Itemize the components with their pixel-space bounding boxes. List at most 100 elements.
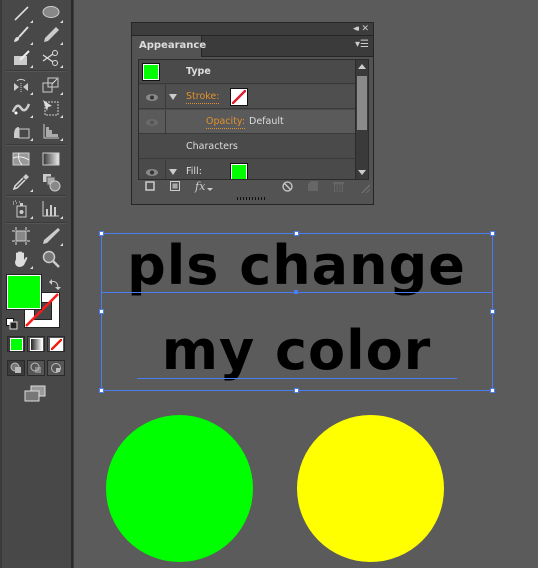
opacity-value: Default (249, 116, 284, 127)
delete-item-trash-icon[interactable] (333, 181, 344, 195)
width-tool[interactable] (9, 97, 33, 119)
eye-visibility-icon[interactable] (139, 85, 166, 109)
appearance-row-characters[interactable]: Characters (139, 135, 355, 159)
column-graph-tool[interactable] (39, 198, 63, 220)
scale-tool[interactable] (39, 74, 63, 96)
free-transform-tool[interactable] (39, 97, 63, 119)
eye-visibility-icon[interactable] (139, 160, 166, 179)
blob-brush-tool[interactable] (9, 47, 33, 69)
draw-inside-icon (51, 363, 61, 373)
row-label: Type (186, 66, 211, 77)
selection-handle-ml[interactable] (99, 309, 104, 314)
scale-icon (42, 77, 59, 93)
add-new-stroke-button[interactable] (145, 181, 155, 194)
appearance-row-opacity[interactable]: Opacity: Default (139, 110, 355, 134)
close-panel-button[interactable]: ✕ (361, 23, 369, 35)
mesh-tool[interactable] (9, 148, 33, 170)
gradient-tool[interactable] (39, 148, 63, 170)
type-fill-swatch[interactable] (143, 64, 159, 80)
appearance-row-type[interactable]: Type (139, 60, 355, 84)
disclosure-triangle-icon[interactable] (169, 94, 177, 100)
symbol-sprayer-tool[interactable] (9, 198, 33, 220)
disclosure-triangle-icon[interactable] (169, 169, 177, 175)
selection-bounding-box (101, 233, 493, 391)
width-icon (11, 103, 31, 115)
draw-normal-button[interactable] (7, 360, 25, 376)
collapse-panel-button[interactable]: ◂◂ (353, 23, 359, 35)
hand-icon (15, 251, 28, 267)
artboard-tool[interactable] (9, 225, 33, 247)
scroll-down-arrow-icon[interactable] (358, 170, 366, 175)
tab-appearance[interactable]: Appearance (132, 36, 206, 57)
scissors-tool[interactable] (39, 47, 63, 69)
appearance-panel: ◂◂ ✕ Appearance ▾☰ Type Stroke: Opacity:… (131, 22, 374, 205)
shape-builder-icon (14, 127, 30, 139)
fill-green-swatch[interactable] (231, 164, 247, 179)
blend-tool[interactable] (39, 171, 63, 193)
paintbrush-tool[interactable] (9, 24, 33, 46)
ellipse-tool[interactable] (39, 2, 63, 24)
ellipse-icon (42, 6, 60, 18)
selection-handle-mr[interactable] (490, 309, 495, 314)
swap-fill-stroke-icon[interactable] (49, 275, 61, 290)
draw-normal-icon (10, 362, 21, 373)
draw-inside-button[interactable] (47, 360, 65, 376)
panel-title-bar[interactable]: ◂◂ ✕ (132, 23, 373, 36)
yellow-circle[interactable] (297, 415, 444, 562)
blob-brush-icon (14, 50, 30, 65)
baseline-line-2 (137, 378, 457, 379)
scrollbar-thumb[interactable] (357, 76, 367, 130)
panel-menu-icon[interactable]: ▾☰ (355, 39, 369, 50)
selection-handle-tr[interactable] (490, 231, 495, 236)
selection-handle-br[interactable] (490, 388, 495, 393)
tool-separator (6, 195, 66, 197)
duplicate-item-button[interactable] (308, 181, 318, 194)
clear-appearance-button[interactable] (282, 181, 293, 195)
add-new-fill-button[interactable] (170, 181, 180, 194)
reflect-icon (14, 78, 28, 93)
color-mode-button[interactable] (7, 336, 25, 352)
stroke-none-swatch[interactable] (231, 89, 247, 105)
shape-builder-tool[interactable] (9, 120, 33, 142)
graph-tool[interactable] (39, 120, 63, 142)
screen-mode-button[interactable] (23, 385, 47, 403)
selection-handle-tl[interactable] (99, 231, 104, 236)
panel-scrollbar[interactable] (355, 59, 369, 180)
fill-color-box[interactable] (7, 275, 41, 309)
selection-handle-bm[interactable] (294, 388, 299, 393)
add-effect-fx-button[interactable]: fx (195, 181, 205, 193)
none-mode-button[interactable] (47, 336, 65, 352)
screen-mode-icon (24, 385, 46, 402)
scissors-icon (42, 50, 58, 66)
panel-tab-bar: Appearance ▾☰ (132, 36, 373, 57)
panel-footer: fx (132, 179, 373, 195)
row-label: Characters (186, 141, 238, 152)
resize-grip-icon[interactable] (360, 183, 370, 193)
scroll-up-arrow-icon[interactable] (358, 64, 366, 69)
stroke-link[interactable]: Stroke: (186, 91, 220, 104)
zoom-tool[interactable] (39, 248, 63, 270)
gradient-mode-button[interactable] (27, 336, 45, 352)
eyedropper-tool[interactable] (9, 171, 33, 193)
rotate-tool[interactable] (9, 74, 33, 96)
selection-handle-tm[interactable] (294, 231, 299, 236)
line-segment-tool[interactable] (9, 2, 33, 24)
eye-visibility-icon[interactable] (139, 110, 166, 134)
paintbrush-icon (14, 26, 29, 42)
default-fill-stroke-icon[interactable] (6, 315, 18, 330)
panel-resize-handle[interactable] (237, 197, 267, 200)
green-circle[interactable] (106, 415, 253, 562)
slice-tool[interactable] (39, 225, 63, 247)
tool-separator (6, 144, 66, 146)
selection-handle-bl[interactable] (99, 388, 104, 393)
pencil-tool[interactable] (39, 24, 63, 46)
opacity-link[interactable]: Opacity: (206, 116, 246, 129)
eyedropper-icon (12, 174, 29, 191)
gradient-icon (42, 152, 60, 166)
draw-behind-button[interactable] (27, 360, 45, 376)
appearance-row-fill[interactable]: Fill: (139, 160, 355, 179)
appearance-row-stroke[interactable]: Stroke: (139, 85, 355, 109)
hand-tool[interactable] (9, 248, 33, 270)
fx-dropdown-icon[interactable] (207, 188, 213, 191)
color-icon (9, 337, 23, 351)
